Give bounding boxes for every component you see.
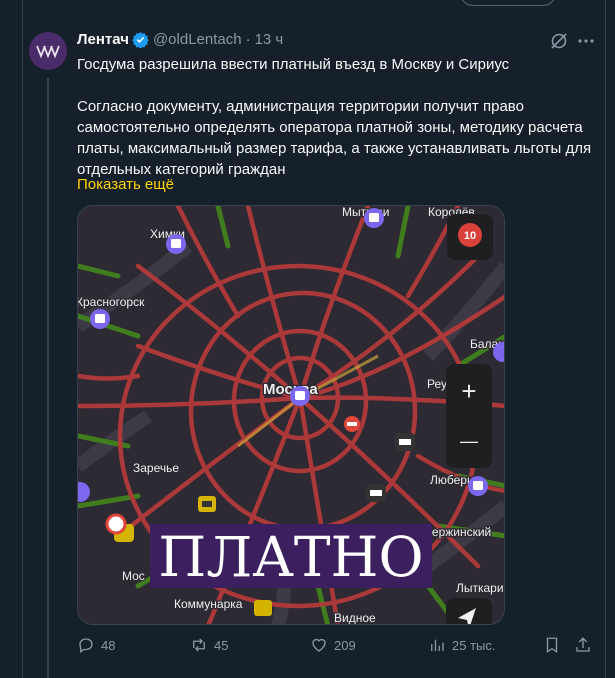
timestamp[interactable]: 13 ч <box>255 31 284 48</box>
retweet-button[interactable]: 45 <box>190 636 228 654</box>
map-label-kommunarka: Коммунарка <box>174 597 243 611</box>
lentach-logo-icon <box>36 45 60 59</box>
bookmark-button[interactable] <box>543 636 567 654</box>
views-button[interactable]: 25 тыс. <box>428 636 495 654</box>
avatar[interactable] <box>29 32 67 70</box>
heart-icon <box>312 638 326 652</box>
traffic-score-control[interactable]: 10 <box>447 214 493 260</box>
top-pill-button[interactable] <box>460 0 556 6</box>
platno-overlay: ПЛАТНО <box>150 524 432 589</box>
tweet-body: Согласно документу, администрация террит… <box>77 98 592 178</box>
reply-button[interactable]: 48 <box>77 636 115 654</box>
overlay-text: ПЛАТНО <box>158 525 423 589</box>
zoom-controls[interactable]: + — <box>446 364 492 468</box>
display-name[interactable]: Лентач <box>77 31 129 48</box>
map-label-lytkarino: Лыткарино <box>456 581 505 595</box>
like-count: 209 <box>334 637 356 653</box>
verified-badge-icon <box>132 31 149 48</box>
thread-line <box>47 78 49 678</box>
map-label-vidnoe: Видное <box>334 611 376 625</box>
share-icon <box>576 637 590 652</box>
retweet-icon <box>193 638 205 652</box>
views-icon <box>431 639 444 651</box>
map-label-krasnogorsk: Красногорск <box>78 295 145 309</box>
retweet-count: 45 <box>214 637 229 653</box>
tweet-text: Госдума разрешила ввести платный въезд в… <box>77 54 597 180</box>
show-more-link[interactable]: Показать ещё <box>77 174 174 195</box>
traffic-score: 10 <box>464 230 476 242</box>
bookmark-icon <box>546 637 558 654</box>
handle[interactable]: @oldLentach <box>153 31 242 48</box>
separator-dot: · <box>245 31 251 48</box>
grok-icon[interactable] <box>549 31 569 51</box>
tweet-title: Госдума разрешила ввести платный въезд в… <box>77 56 510 73</box>
reply-icon <box>79 638 93 654</box>
like-button[interactable]: 209 <box>310 636 356 654</box>
tweet-media-map[interactable]: Химки Мытищи Королёв Красногорск Москва … <box>77 205 505 625</box>
tweet-actions: 48 45 209 25 тыс. <box>77 636 597 658</box>
locate-button[interactable] <box>446 598 492 625</box>
tweet-header: Лентач @oldLentach · 13 ч <box>77 31 283 48</box>
traffic-map: Химки Мытищи Королёв Красногорск Москва … <box>78 206 505 625</box>
more-icon[interactable] <box>576 31 596 51</box>
map-label-mos: Мос <box>122 569 145 583</box>
timeline-border-right <box>605 0 606 678</box>
views-count: 25 тыс. <box>452 637 496 653</box>
zoom-in-button[interactable]: + <box>461 376 476 406</box>
timeline-border-left <box>22 0 23 678</box>
zoom-out-button[interactable]: — <box>460 431 478 451</box>
share-button[interactable] <box>574 636 598 654</box>
map-label-zarechye: Заречье <box>133 461 179 475</box>
reply-count: 48 <box>101 637 116 653</box>
